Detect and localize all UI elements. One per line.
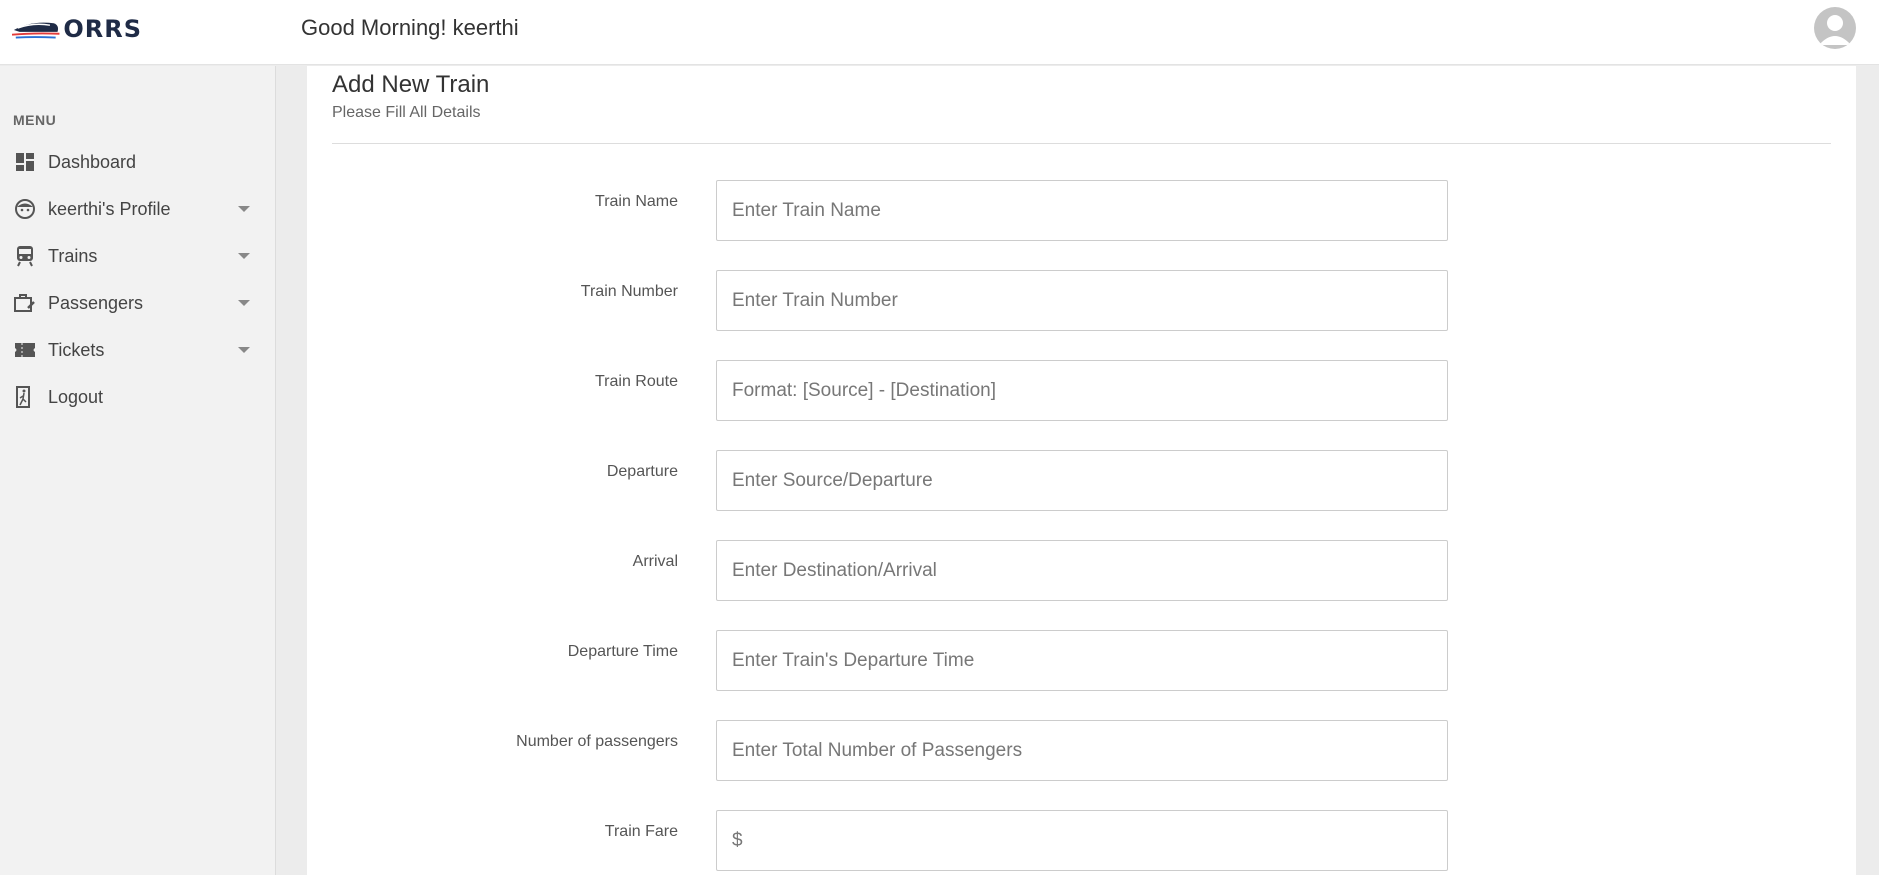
departure-time-input[interactable] (716, 630, 1448, 691)
sidebar-item-label: keerthi's Profile (48, 198, 171, 219)
chevron-down-icon (238, 300, 250, 306)
ticket-icon (14, 339, 36, 361)
sidebar-item-label: Passengers (48, 292, 144, 313)
train-name-input[interactable] (716, 180, 1448, 241)
face-icon (14, 198, 36, 220)
logout-icon (14, 386, 36, 408)
sidebar-item-label: Logout (48, 386, 104, 407)
sidebar-item-label: Trains (48, 245, 98, 266)
train-number-input[interactable] (716, 270, 1448, 331)
sidebar: MENU Dashboard keerthi's Profile Trains … (0, 66, 276, 875)
orrs-logo[interactable]: ORRS (12, 14, 142, 44)
train-route-input[interactable] (716, 360, 1448, 421)
train-logo-icon (12, 22, 60, 39)
arrival-label: Arrival (632, 553, 678, 570)
departure-time-label: Departure Time (567, 643, 678, 660)
main-content: Add New Train Please Fill All Details Tr… (307, 66, 1856, 875)
sidebar-item-dashboard[interactable]: Dashboard (0, 142, 276, 182)
chevron-down-icon (238, 347, 250, 353)
train-name-label: Train Name (595, 193, 678, 210)
train-icon (14, 245, 36, 267)
train-fare-label: Train Fare (604, 823, 678, 840)
sidebar-item-tickets[interactable]: Tickets (0, 330, 276, 370)
sidebar-item-logout[interactable]: Logout (0, 377, 276, 417)
chevron-down-icon (238, 206, 250, 212)
sidebar-item-label: Tickets (48, 339, 105, 360)
arrival-input[interactable] (716, 540, 1448, 601)
logo-text: ORRS (63, 15, 142, 43)
chevron-down-icon (238, 253, 250, 259)
sidebar-item-passengers[interactable]: Passengers (0, 283, 276, 323)
user-avatar[interactable] (1814, 7, 1856, 49)
train-fare-input[interactable] (716, 810, 1448, 871)
page-title: Add New Train (332, 71, 490, 98)
user-avatar-icon (1819, 15, 1851, 45)
sidebar-item-profile[interactable]: keerthi's Profile (0, 189, 276, 229)
departure-input[interactable] (716, 450, 1448, 511)
train-number-label: Train Number (580, 283, 678, 300)
top-bar: ORRS Good Morning! keerthi (0, 0, 1879, 65)
divider (332, 143, 1831, 144)
sidebar-item-trains[interactable]: Trains (0, 236, 276, 276)
luggage-icon (14, 292, 36, 314)
menu-heading: MENU (13, 112, 57, 128)
passengers-count-input[interactable] (716, 720, 1448, 781)
greeting-text: Good Morning! keerthi (301, 15, 519, 40)
page-subtitle: Please Fill All Details (332, 104, 481, 121)
dashboard-icon (14, 151, 36, 173)
train-route-label: Train Route (595, 373, 678, 390)
sidebar-item-label: Dashboard (48, 151, 137, 172)
passengers-count-label: Number of passengers (516, 733, 678, 750)
departure-label: Departure (606, 463, 678, 480)
